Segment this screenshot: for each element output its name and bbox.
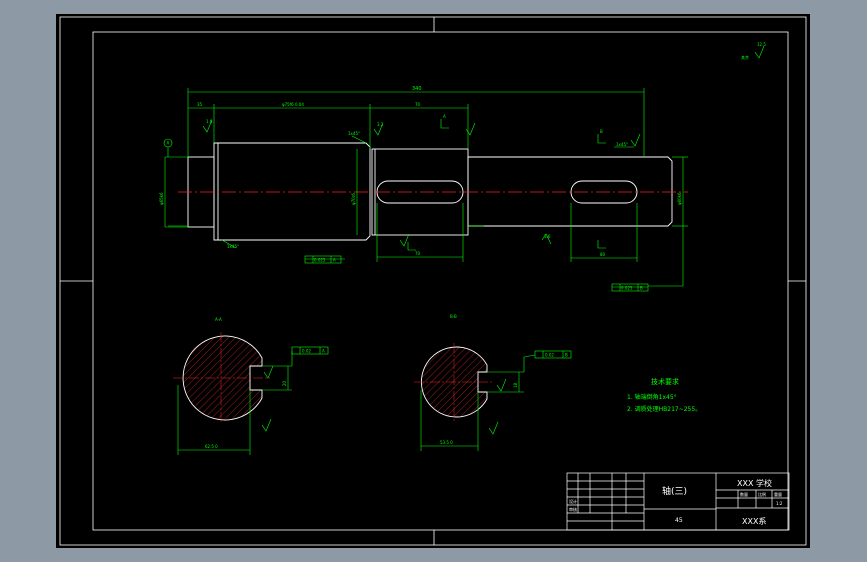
title-row-design: 设计 — [569, 498, 577, 504]
section-b-width: 53.5 0 — [440, 440, 453, 445]
chamfer-label-c: 1x45° — [616, 142, 628, 147]
dia-left-label: φ65k6 — [159, 192, 164, 205]
dim-seg-length: φ75f6 0.04 — [282, 102, 304, 107]
tol-value-a: 0.025 — [314, 258, 326, 263]
roughness-label-a: 1.6 — [206, 119, 213, 124]
model-space — [56, 14, 810, 548]
title-company: XXX系 — [742, 516, 766, 526]
dim-key-len-left: 70 — [415, 251, 421, 256]
datum-circle-label: A — [167, 141, 170, 146]
section-a-tol: 0.02 — [302, 349, 311, 354]
datum-b: B — [640, 286, 643, 291]
surface-finish-note: 其余 — [741, 54, 749, 60]
title-weight-head: 重量 — [774, 491, 782, 497]
tol-value-b: 0.025 — [621, 286, 633, 291]
dim-key-len-top: 70 — [415, 102, 421, 107]
section-b-depth: 18 — [513, 382, 518, 388]
dia-mid-label: φ70r6 — [351, 193, 356, 205]
tech-title: 技术要求 — [651, 377, 679, 386]
surface-finish-value: 12.5 — [757, 42, 766, 47]
tech-req-2: 2. 调质处理HB217~255。 — [627, 405, 701, 413]
title-material: 45 — [675, 517, 683, 524]
cad-viewport[interactable]: 340 35 φ75f6 0.04 70 70 80 1x45° 1x45° 1… — [0, 0, 867, 562]
section-a-datum: A — [322, 349, 325, 354]
datum-a: A — [333, 258, 336, 263]
section-a-label: A-A — [215, 317, 222, 322]
section-mark-a: A — [443, 114, 446, 119]
tech-req-1: 1. 轴端倒角1x45° — [627, 393, 677, 401]
title-scale-head: 比例 — [758, 491, 766, 497]
section-mark-b: B — [600, 129, 603, 134]
section-a-width: 62.5 0 — [205, 444, 218, 449]
title-school: XXX 学校 — [737, 478, 772, 488]
title-part-name: 轴(三) — [662, 485, 687, 497]
dim-key-len-right: 80 — [600, 252, 606, 257]
section-b-label: B-B — [450, 314, 457, 319]
shaft-drawing[interactable]: 340 35 φ75f6 0.04 70 70 80 1x45° 1x45° 1… — [0, 0, 867, 562]
section-a-depth: 20 — [282, 380, 287, 386]
roughness-label-c: 1.6 — [544, 234, 551, 239]
dia-right-label: φ60k6 — [677, 192, 682, 205]
chamfer-label-b: 1x45° — [227, 244, 239, 249]
section-b-tol: 0.02 — [545, 353, 554, 358]
chamfer-label-a: 1x45° — [348, 131, 360, 136]
title-scale-value: 1:2 — [776, 501, 783, 506]
dim-left-step: 35 — [197, 102, 203, 107]
section-b-datum: B — [565, 353, 568, 358]
title-qty-head: 数量 — [740, 491, 748, 497]
dim-overall-length: 340 — [412, 86, 422, 92]
roughness-label-b: 3.2 — [377, 122, 384, 127]
title-row-check: 审核 — [569, 506, 577, 512]
